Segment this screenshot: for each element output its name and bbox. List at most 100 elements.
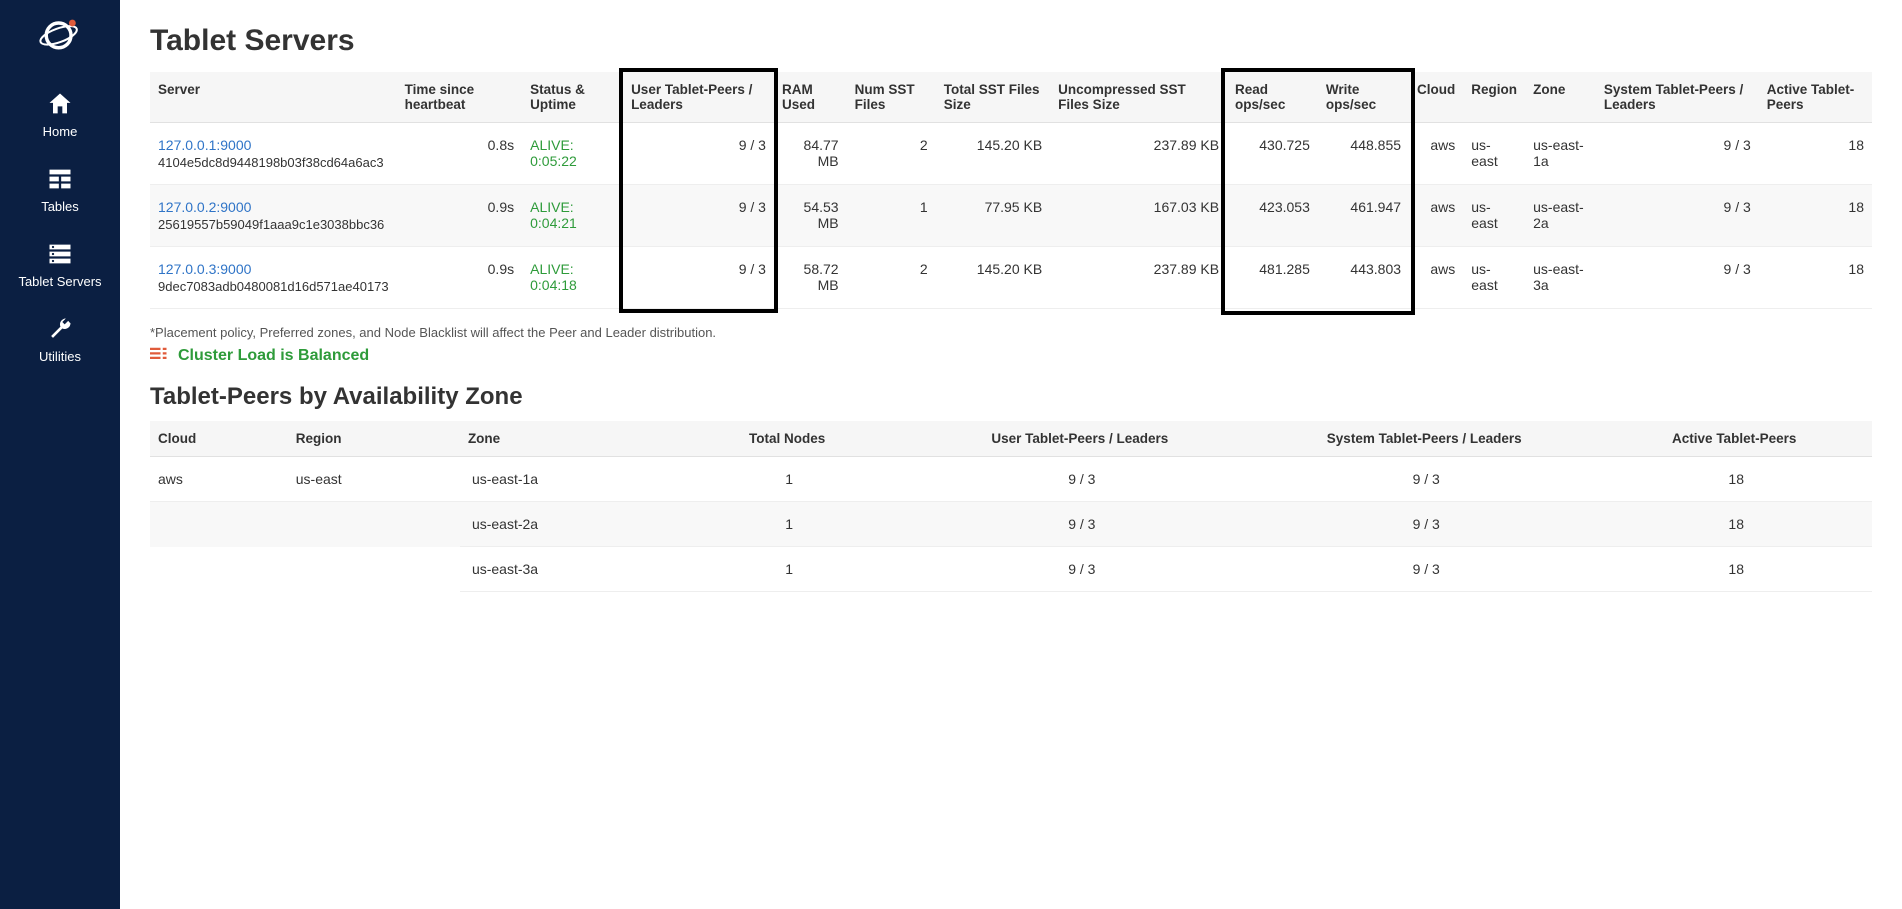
server-uuid: 25619557b59049f1aaa9c1e3038bbc36 bbox=[158, 217, 389, 232]
cell-heartbeat: 0.9s bbox=[397, 247, 522, 309]
table-row: 127.0.0.3:90009dec7083adb0480081d16d571a… bbox=[150, 247, 1872, 309]
cell-active: 18 bbox=[1596, 547, 1872, 592]
col-header[interactable]: Total Nodes bbox=[667, 421, 908, 457]
col-header[interactable]: Uncompressed SST Files Size bbox=[1050, 72, 1227, 123]
utilities-icon bbox=[46, 315, 74, 343]
cell-uncompressed: 237.89 KB bbox=[1050, 247, 1227, 309]
cell-uncompressed: 167.03 KB bbox=[1050, 185, 1227, 247]
cell-write_ops: 443.803 bbox=[1318, 247, 1409, 309]
cell-zone: us-east-2a bbox=[460, 502, 667, 547]
nav-label: Utilities bbox=[39, 349, 81, 364]
servers-table-wrap: ServerTime since heartbeatStatus & Uptim… bbox=[150, 72, 1872, 309]
cell-read_ops: 430.725 bbox=[1227, 123, 1318, 185]
az-section-title: Tablet-Peers by Availability Zone bbox=[150, 383, 1872, 411]
cell-write_ops: 448.855 bbox=[1318, 123, 1409, 185]
cell-zone: us-east-2a bbox=[1525, 185, 1596, 247]
az-table: CloudRegionZoneTotal NodesUser Tablet-Pe… bbox=[150, 421, 1872, 592]
cell-write_ops: 461.947 bbox=[1318, 185, 1409, 247]
cell-ram: 58.72 MB bbox=[774, 247, 847, 309]
cell-num_sst: 2 bbox=[847, 247, 936, 309]
col-header[interactable]: System Tablet-Peers / Leaders bbox=[1252, 421, 1596, 457]
cell-nodes: 1 bbox=[667, 547, 908, 592]
status-alive: ALIVE: 0:05:22 bbox=[530, 137, 577, 169]
col-header[interactable]: RAM Used bbox=[774, 72, 847, 123]
cell-status: ALIVE: 0:05:22 bbox=[522, 123, 623, 185]
nav-utilities[interactable]: Utilities bbox=[0, 301, 120, 376]
col-header[interactable]: Read ops/sec bbox=[1227, 72, 1318, 123]
col-header[interactable]: Status & Uptime bbox=[522, 72, 623, 123]
col-header[interactable]: Zone bbox=[460, 421, 667, 457]
cell-sys_peers: 9 / 3 bbox=[1252, 457, 1596, 502]
cell-cloud: aws bbox=[1409, 185, 1463, 247]
cell-sys_peers: 9 / 3 bbox=[1252, 547, 1596, 592]
cell-active: 18 bbox=[1759, 185, 1872, 247]
cell-total_sst: 77.95 KB bbox=[936, 185, 1050, 247]
cell-zone: us-east-1a bbox=[1525, 123, 1596, 185]
main: Tablet Servers ServerTime since heartbea… bbox=[120, 0, 1902, 909]
cell-region bbox=[288, 547, 460, 592]
nav-label: Tablet Servers bbox=[18, 274, 101, 289]
col-header[interactable]: System Tablet-Peers / Leaders bbox=[1596, 72, 1759, 123]
col-header[interactable]: Zone bbox=[1525, 72, 1596, 123]
col-header[interactable]: Cloud bbox=[1409, 72, 1463, 123]
cell-ram: 84.77 MB bbox=[774, 123, 847, 185]
col-header[interactable]: Active Tablet-Peers bbox=[1759, 72, 1872, 123]
logo bbox=[38, 12, 82, 56]
col-header[interactable]: Server bbox=[150, 72, 397, 123]
cell-cloud bbox=[150, 502, 288, 547]
cell-zone: us-east-3a bbox=[460, 547, 667, 592]
cell-num_sst: 2 bbox=[847, 123, 936, 185]
cell-region: us-east bbox=[1463, 185, 1525, 247]
server-link[interactable]: 127.0.0.3:9000 bbox=[158, 261, 251, 277]
nav-tablet-servers[interactable]: Tablet Servers bbox=[0, 226, 120, 301]
home-icon bbox=[46, 90, 74, 118]
cell-num_sst: 1 bbox=[847, 185, 936, 247]
nav-tables[interactable]: Tables bbox=[0, 151, 120, 226]
col-header[interactable]: Region bbox=[288, 421, 460, 457]
cell-heartbeat: 0.8s bbox=[397, 123, 522, 185]
cell-total_sst: 145.20 KB bbox=[936, 247, 1050, 309]
server-link[interactable]: 127.0.0.1:9000 bbox=[158, 137, 251, 153]
cell-cloud bbox=[150, 547, 288, 592]
cell-status: ALIVE: 0:04:21 bbox=[522, 185, 623, 247]
cell-active: 18 bbox=[1596, 502, 1872, 547]
col-header[interactable]: User Tablet-Peers / Leaders bbox=[908, 421, 1252, 457]
cell-sys_peers: 9 / 3 bbox=[1596, 247, 1759, 309]
cell-ram: 54.53 MB bbox=[774, 185, 847, 247]
col-header[interactable]: Cloud bbox=[150, 421, 288, 457]
col-header[interactable]: Total SST Files Size bbox=[936, 72, 1050, 123]
sidebar: Home Tables Tablet Servers Utilities bbox=[0, 0, 120, 909]
cell-read_ops: 423.053 bbox=[1227, 185, 1318, 247]
table-row: 127.0.0.2:9000 25619557b59049f1aaa9c1e303… bbox=[150, 185, 1872, 247]
balanced-text: Cluster Load is Balanced bbox=[178, 347, 369, 365]
servers-table: ServerTime since heartbeatStatus & Uptim… bbox=[150, 72, 1872, 309]
col-header[interactable]: Num SST Files bbox=[847, 72, 936, 123]
cell-nodes: 1 bbox=[667, 457, 908, 502]
page-title: Tablet Servers bbox=[150, 24, 1872, 58]
tables-icon bbox=[46, 165, 74, 193]
table-row: 127.0.0.1:90004104e5dc8d9448198b03f38cd6… bbox=[150, 123, 1872, 185]
table-row: us-east-2a19 / 39 / 318 bbox=[150, 502, 1872, 547]
cell-region: us-east bbox=[1463, 123, 1525, 185]
table-row: us-east-3a19 / 39 / 318 bbox=[150, 547, 1872, 592]
cell-total_sst: 145.20 KB bbox=[936, 123, 1050, 185]
col-header[interactable]: User Tablet-Peers / Leaders bbox=[623, 72, 774, 123]
col-header[interactable]: Active Tablet-Peers bbox=[1596, 421, 1872, 457]
cell-cloud: aws bbox=[150, 457, 288, 502]
cell-zone: us-east-1a bbox=[460, 457, 667, 502]
col-header[interactable]: Region bbox=[1463, 72, 1525, 123]
footnote: *Placement policy, Preferred zones, and … bbox=[150, 325, 1872, 340]
servers-icon bbox=[46, 240, 74, 268]
cell-user_peers: 9 / 3 bbox=[908, 457, 1252, 502]
cell-cloud: aws bbox=[1409, 247, 1463, 309]
col-header[interactable]: Write ops/sec bbox=[1318, 72, 1409, 123]
cell-zone: us-east-3a bbox=[1525, 247, 1596, 309]
nav-home[interactable]: Home bbox=[0, 76, 120, 151]
cell-region: us-east bbox=[288, 457, 460, 502]
cell-region: us-east bbox=[1463, 247, 1525, 309]
cell-read_ops: 481.285 bbox=[1227, 247, 1318, 309]
server-link[interactable]: 127.0.0.2:9000 bbox=[158, 199, 251, 215]
col-header[interactable]: Time since heartbeat bbox=[397, 72, 522, 123]
cell-uncompressed: 237.89 KB bbox=[1050, 123, 1227, 185]
nav-label: Home bbox=[43, 124, 78, 139]
